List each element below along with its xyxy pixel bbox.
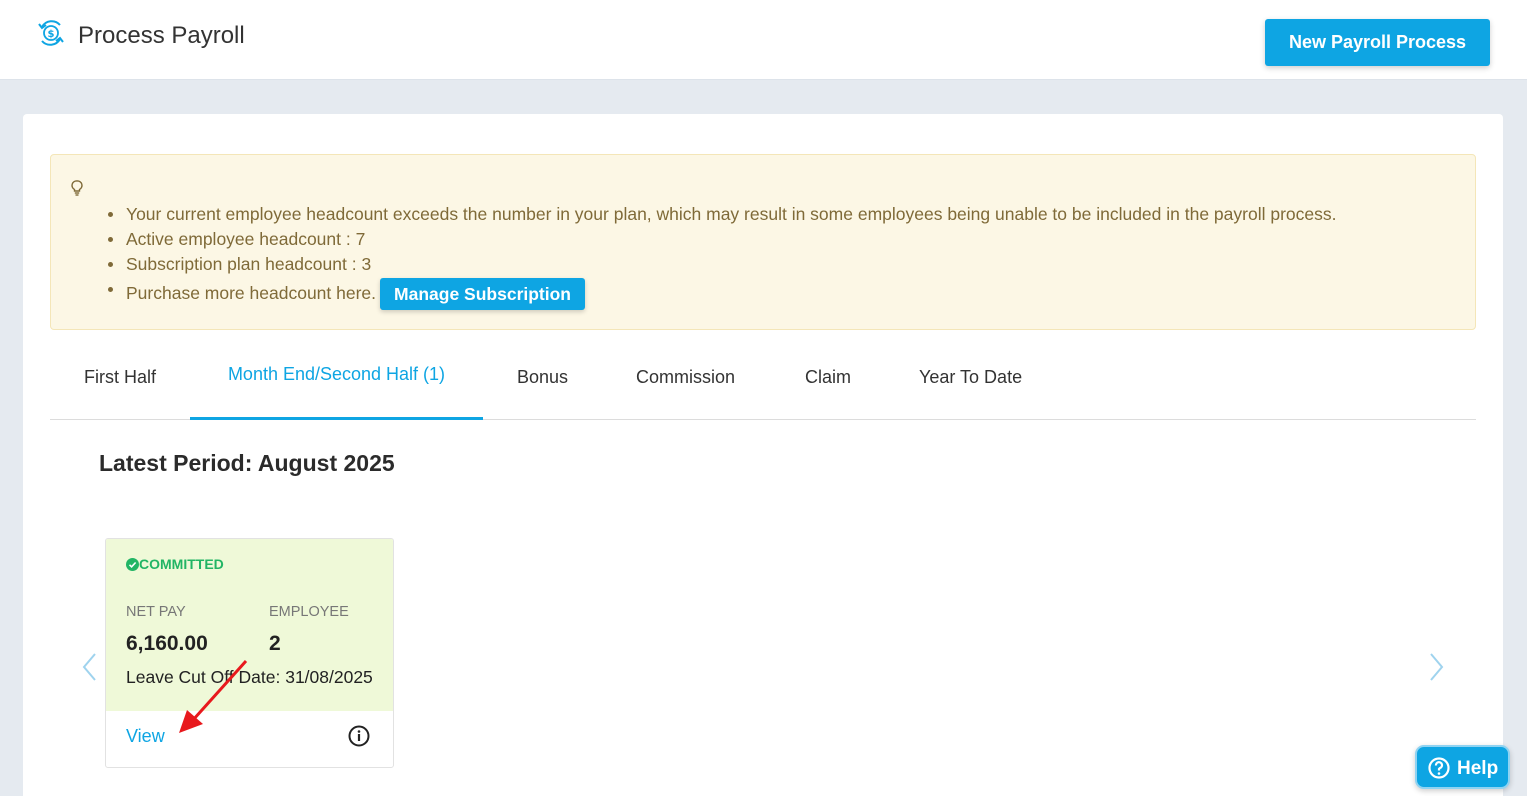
- employee-label: EMPLOYEE: [269, 604, 349, 620]
- alert-item: Active employee headcount : 7: [107, 227, 1336, 252]
- chevron-left-icon[interactable]: [80, 652, 100, 682]
- alert-item: Your current employee headcount exceeds …: [107, 202, 1336, 227]
- manage-subscription-button[interactable]: Manage Subscription: [380, 278, 585, 311]
- tab-commission[interactable]: Commission: [636, 336, 735, 420]
- check-circle-icon: [126, 558, 139, 571]
- net-pay-label: NET PAY: [126, 604, 186, 620]
- tab-bonus[interactable]: Bonus: [517, 336, 568, 420]
- tab-year-to-date[interactable]: Year To Date: [919, 336, 1022, 420]
- net-pay-value: 6,160.00: [126, 632, 208, 655]
- help-label: Help: [1457, 758, 1499, 779]
- payroll-cycle-icon: $: [38, 20, 64, 46]
- alert-item-purchase: Purchase more headcount here. Manage Subs…: [107, 277, 1336, 311]
- page-title: Process Payroll: [78, 22, 245, 49]
- tab-month-end-second-half[interactable]: Month End/Second Half (1): [190, 336, 483, 420]
- tab-first-half[interactable]: First Half: [84, 336, 156, 420]
- top-bar: $ Process Payroll New Payroll Process: [0, 0, 1527, 80]
- new-payroll-process-button[interactable]: New Payroll Process: [1265, 19, 1490, 66]
- status-text: COMMITTED: [139, 556, 224, 572]
- employee-count-value: 2: [269, 632, 281, 655]
- leave-cutoff-date: Leave Cut Off Date: 31/08/2025: [126, 667, 373, 687]
- svg-text:$: $: [48, 29, 55, 40]
- info-icon[interactable]: [348, 725, 370, 747]
- alert-item-text: Purchase more headcount here.: [126, 283, 377, 303]
- help-button[interactable]: Help: [1415, 745, 1510, 789]
- payroll-tabs: First Half Month End/Second Half (1) Bon…: [50, 336, 1476, 420]
- chevron-right-icon[interactable]: [1426, 652, 1446, 682]
- status-badge: COMMITTED: [126, 556, 224, 572]
- question-circle-icon: [1428, 757, 1450, 779]
- headcount-alert: Your current employee headcount exceeds …: [50, 154, 1476, 330]
- main-card: Your current employee headcount exceeds …: [23, 114, 1503, 796]
- period-title: Latest Period: August 2025: [99, 450, 395, 476]
- alert-list: Your current employee headcount exceeds …: [107, 202, 1336, 311]
- view-link[interactable]: View: [126, 726, 165, 747]
- payroll-card-summary: COMMITTED NET PAY EMPLOYEE 6,160.00 2 Le…: [106, 539, 393, 711]
- payroll-period-card: COMMITTED NET PAY EMPLOYEE 6,160.00 2 Le…: [105, 538, 394, 768]
- lightbulb-icon: [71, 180, 83, 196]
- alert-item: Subscription plan headcount : 3: [107, 252, 1336, 277]
- tab-claim[interactable]: Claim: [805, 336, 851, 420]
